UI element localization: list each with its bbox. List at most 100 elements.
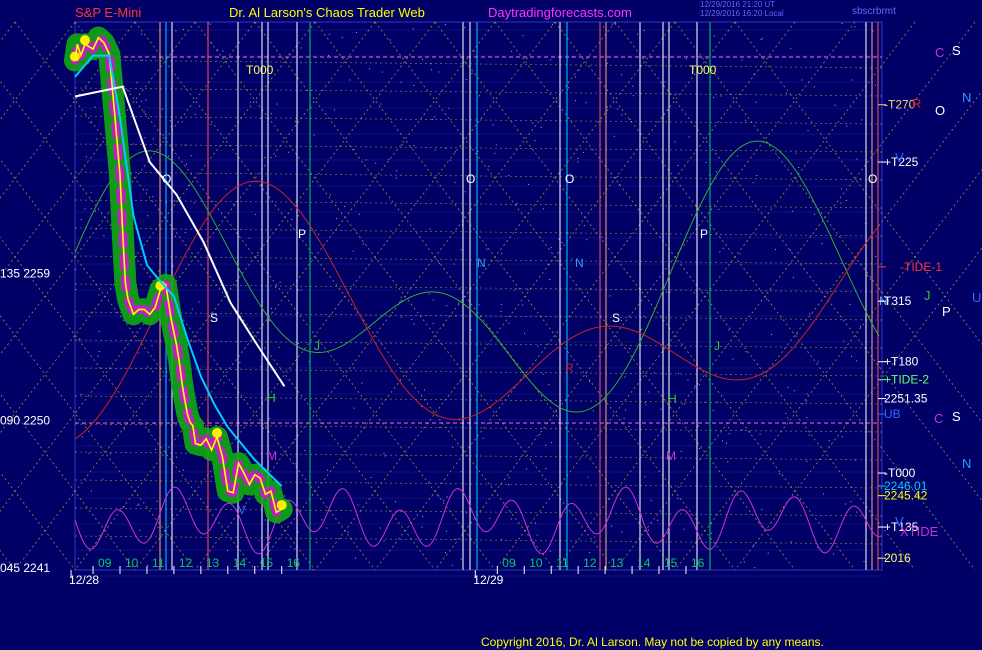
field-dot xyxy=(761,509,763,511)
field-dot xyxy=(814,213,816,215)
field-dot xyxy=(821,243,823,245)
field-dot xyxy=(549,279,551,281)
field-dot xyxy=(438,262,440,264)
field-level-line xyxy=(74,87,883,97)
field-dot xyxy=(547,263,549,265)
field-dot xyxy=(832,553,834,555)
field-dot xyxy=(464,27,466,29)
field-dot xyxy=(174,235,176,237)
field-dot xyxy=(294,548,296,550)
field-dot xyxy=(194,113,196,115)
field-dot xyxy=(866,275,868,277)
chart-marker-letter: M xyxy=(666,449,676,463)
field-dot xyxy=(488,165,490,167)
field-dot xyxy=(182,469,184,471)
field-dot xyxy=(200,349,202,351)
field-dot xyxy=(478,95,480,97)
field-level-line xyxy=(74,115,883,125)
field-dot xyxy=(822,493,824,495)
field-dot xyxy=(492,124,494,126)
planet-letter: P xyxy=(942,304,951,319)
field-dot xyxy=(329,194,331,196)
field-dot xyxy=(508,174,510,176)
field-dot xyxy=(494,152,496,154)
field-dot xyxy=(785,412,787,414)
field-dot xyxy=(667,532,669,534)
field-dot xyxy=(354,557,356,559)
field-dot xyxy=(445,148,447,150)
field-dot xyxy=(715,171,717,173)
field-dot xyxy=(806,460,808,462)
field-dot xyxy=(140,100,142,102)
field-dot xyxy=(148,428,150,430)
field-dot xyxy=(809,313,811,315)
field-dot xyxy=(259,118,261,120)
field-dot xyxy=(710,532,712,534)
field-dot xyxy=(621,531,623,533)
field-dot xyxy=(102,478,104,480)
field-dot xyxy=(525,468,527,470)
field-dot xyxy=(284,495,286,497)
field-dot xyxy=(188,184,190,186)
field-dot xyxy=(465,79,467,81)
field-dot xyxy=(813,86,815,88)
field-dot xyxy=(524,332,526,334)
field-dot xyxy=(312,569,314,571)
field-dot xyxy=(535,522,537,524)
field-dot xyxy=(445,530,447,532)
field-dot xyxy=(585,102,587,104)
field-dot xyxy=(660,408,662,410)
chart-marker-letter: R xyxy=(565,361,574,375)
field-dot xyxy=(396,170,398,172)
field-dot xyxy=(144,137,146,139)
field-dot xyxy=(454,182,456,184)
field-dot xyxy=(791,210,793,212)
field-dot xyxy=(132,143,134,145)
field-dot xyxy=(450,159,452,161)
field-dot xyxy=(172,265,174,267)
field-dot xyxy=(577,157,579,159)
field-diagonal-line xyxy=(0,80,376,571)
field-dot xyxy=(545,468,547,470)
field-dot xyxy=(274,435,276,437)
field-dot xyxy=(400,81,402,83)
field-dot xyxy=(621,74,623,76)
field-dot xyxy=(448,107,450,109)
x-tick-label: 16 xyxy=(287,556,301,570)
field-dot xyxy=(755,101,757,103)
field-dot xyxy=(264,156,266,158)
field-dot xyxy=(193,340,195,342)
field-dot xyxy=(400,316,402,318)
field-dot xyxy=(648,391,650,393)
field-dot xyxy=(185,163,187,165)
field-dot xyxy=(190,155,192,157)
field-dot xyxy=(395,501,397,503)
chart-marker-letter: M xyxy=(267,449,277,463)
field-dot xyxy=(793,390,795,392)
field-dot xyxy=(451,564,453,566)
field-dot xyxy=(233,203,235,205)
field-dot xyxy=(863,561,865,563)
field-dot xyxy=(850,501,852,503)
field-dot xyxy=(223,382,225,384)
plot-frame xyxy=(74,21,883,571)
field-dot xyxy=(294,120,296,122)
field-dot xyxy=(712,96,714,98)
field-dot xyxy=(743,561,745,563)
field-dot xyxy=(379,527,381,529)
field-dot xyxy=(542,373,544,375)
field-dot xyxy=(874,84,876,86)
field-dot xyxy=(817,361,819,363)
field-dot xyxy=(606,62,608,64)
field-dot xyxy=(97,355,99,357)
planet-letter: C xyxy=(934,411,943,426)
field-dot xyxy=(727,427,729,429)
field-dot xyxy=(528,183,530,185)
field-dot xyxy=(568,87,570,89)
planet-letter: U xyxy=(972,290,981,305)
field-dot xyxy=(395,177,397,179)
field-dot xyxy=(678,372,680,374)
x-tick-label: 13 xyxy=(610,556,624,570)
field-dot xyxy=(157,248,159,250)
field-dot xyxy=(269,541,271,543)
